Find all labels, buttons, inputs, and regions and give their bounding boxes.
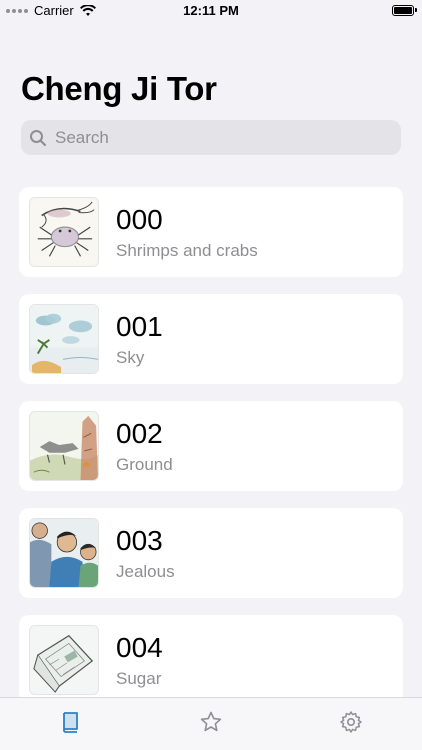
- item-number: 001: [116, 311, 163, 342]
- list-item-002[interactable]: 002 Ground: [19, 401, 403, 491]
- status-time: 12:11 PM: [183, 3, 239, 18]
- item-number: 000: [116, 204, 163, 235]
- book-icon: [63, 712, 78, 733]
- search-bar[interactable]: [21, 120, 401, 155]
- item-number: 004: [116, 632, 163, 663]
- ground-thumbnail: [29, 411, 99, 481]
- shrimp-crab-thumbnail: [29, 197, 99, 267]
- list-item-004[interactable]: 004 Sugar: [19, 615, 403, 705]
- search-icon: [30, 129, 47, 146]
- item-subtitle: Shrimps and crabs: [116, 241, 258, 260]
- list-item-001[interactable]: 001 Sky: [19, 294, 403, 384]
- screen: Carrier 12:11 PM Cheng Ji Tor Search 000…: [0, 0, 422, 750]
- search-input[interactable]: [53, 126, 377, 149]
- tab-bar: [0, 697, 422, 750]
- item-subtitle: Sugar: [116, 669, 162, 688]
- list-item-003[interactable]: 003 Jealous: [19, 508, 403, 598]
- status-bar: Carrier 12:11 PM: [0, 0, 422, 22]
- item-subtitle: Jealous: [116, 562, 175, 581]
- item-subtitle: Ground: [116, 455, 173, 474]
- item-number: 003: [116, 525, 163, 556]
- list-item-000[interactable]: 000 Shrimps and crabs: [19, 187, 403, 277]
- tab-settings[interactable]: [339, 710, 363, 734]
- battery-icon: [392, 5, 417, 16]
- tab-favorites[interactable]: [199, 710, 223, 734]
- tab-library[interactable]: [59, 710, 83, 734]
- gear-icon: [340, 711, 362, 733]
- item-number: 002: [116, 418, 163, 449]
- sky-thumbnail: [29, 304, 99, 374]
- people-thumbnail: [29, 518, 99, 588]
- item-subtitle: Sky: [116, 348, 145, 367]
- star-icon: [200, 711, 222, 732]
- sugar-bag-thumbnail: [29, 625, 99, 695]
- page-title: Cheng Ji Tor: [21, 70, 217, 107]
